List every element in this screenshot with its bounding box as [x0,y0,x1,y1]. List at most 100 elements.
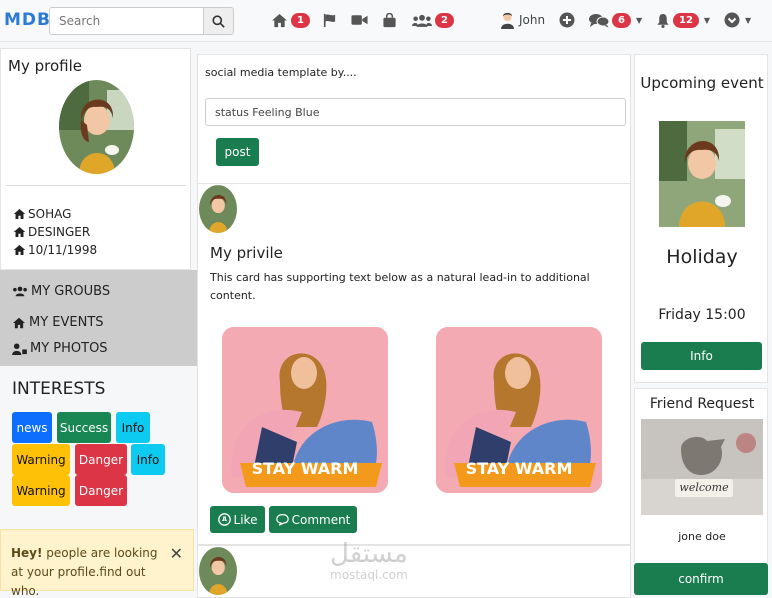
watermark-latin: mostaql.com [330,568,408,582]
friend-name: jone doe [678,530,726,543]
profile-menu: MY GROUBS MY EVENTS MY PHOTOS [0,270,197,366]
shopping-bag-icon [383,13,396,28]
interests-section: INTERESTS news Success Info Warning Dang… [0,366,197,524]
chevron-down-icon: ▼ [745,15,752,25]
post-button[interactable]: post [216,138,259,166]
profile-title: My profile [8,57,82,75]
card-image-1[interactable]: STAY WARM [222,327,388,493]
tag-success[interactable]: Success [57,412,111,443]
user-menu[interactable]: John [500,11,545,29]
avatar-illustration [199,185,237,233]
watermark-arabic: مستقل [330,539,408,569]
profile-name-line: SOHAG [13,207,71,221]
card-image-2[interactable]: STAY WARM [436,327,602,493]
feed-card: My privile This card has supporting text… [197,183,631,545]
profile-birthday: 10/11/1998 [28,243,98,257]
flag-icon [323,13,336,28]
nav-notifications[interactable]: 12 ▼ [656,13,710,28]
video-icon [351,15,368,25]
interests-title: INTERESTS [12,379,106,399]
nav-flag[interactable] [322,13,337,28]
menu-label-events: MY EVENTS [29,315,104,330]
nav-friends[interactable]: 2 [412,13,454,28]
comment-icon [275,514,289,526]
comment-label: Comment [291,512,351,527]
tag-info[interactable]: Info [116,412,150,443]
tag-news[interactable]: news [12,412,52,443]
settings-menu[interactable]: ▼ [724,12,751,28]
home-icon [272,13,287,28]
navbar: MDB 1 2 John 6 ▼ 12 ▼ ▼ [0,0,772,42]
tag-info[interactable]: Info [131,444,165,475]
card-avatar[interactable] [199,547,237,595]
profile-avatar[interactable] [59,80,134,174]
tag-warning[interactable]: Warning [12,475,70,506]
card-title: My privile [210,244,283,262]
search-box [49,7,234,35]
welcome-text: welcome [679,481,729,494]
event-illustration [659,121,745,227]
nav-messages[interactable]: 6 ▼ [589,13,642,28]
messages-badge: 6 [612,13,631,28]
add-button[interactable] [559,12,575,28]
plus-circle-icon [559,12,575,28]
upcoming-event-card: Upcoming event Holiday Friday 15:00 Info [634,54,768,383]
friend-request-title: Friend Request [649,396,755,412]
home-icon [13,208,26,220]
chevron-down-icon: ▼ [703,16,711,25]
nav-home[interactable]: 1 [271,13,310,28]
comment-button[interactable]: Comment [269,506,357,533]
feed-card-2 [197,545,631,598]
menu-item-photos[interactable]: MY PHOTOS [12,341,108,356]
notifications-badge: 12 [673,13,699,28]
post-intro: social media template by.... [205,66,357,79]
menu-item-groups[interactable]: MY GROUBS [12,284,110,299]
menu-item-events[interactable]: MY EVENTS [12,315,104,330]
friend-request-card: Friend Request welcome jone doe [634,388,768,564]
alert-message: Hey! people are looking at your profile.… [11,544,161,598]
tag-warning[interactable]: Warning [12,444,70,475]
close-icon[interactable]: ✕ [170,544,183,563]
status-input[interactable] [205,98,626,126]
menu-label-photos: MY PHOTOS [30,341,108,356]
friend-request-image[interactable]: welcome [641,419,763,515]
bell-icon [657,13,669,28]
avatar-illustration [199,547,237,595]
event-title: Upcoming event [640,74,764,92]
comments-icon [589,14,609,28]
users-icon [13,286,27,297]
home-badge: 1 [291,13,310,28]
brand-logo[interactable]: MDB [4,10,51,30]
profile-divider [6,185,186,186]
profile-birthday-line: 10/11/1998 [13,243,97,257]
search-button[interactable] [203,8,233,34]
like-label: Like [233,512,258,527]
alert-bold: Hey! [11,546,43,560]
promo-text: STAY WARM [465,459,573,478]
avatar-illustration [59,80,134,174]
home-icon [13,244,26,256]
search-icon [212,14,225,28]
user-tag-icon [12,342,27,355]
users-icon [412,14,432,27]
confirm-button[interactable]: confirm [634,563,768,595]
user-name: John [519,13,546,27]
tag-danger[interactable]: Danger [75,444,127,475]
event-name: Holiday [666,246,738,268]
chevron-circle-down-icon [724,12,740,28]
home-icon [13,226,26,238]
nav-shop[interactable] [382,13,397,28]
profile-alert: Hey! people are looking at your profile.… [0,529,194,598]
home-icon [13,317,25,328]
like-button[interactable]: Like [210,506,265,533]
event-image[interactable] [659,121,745,227]
nav-video[interactable] [351,13,368,27]
card-text: This card has supporting text below as a… [210,271,590,302]
search-input[interactable] [50,8,204,34]
tag-danger[interactable]: Danger [75,475,127,506]
profile-card: My profile SOHAG DESINGER 10/11/1998 [0,48,191,270]
info-button[interactable]: Info [641,342,762,370]
profile-name: SOHAG [28,207,72,221]
welcome-illustration [641,419,763,515]
card-avatar[interactable] [199,185,237,233]
